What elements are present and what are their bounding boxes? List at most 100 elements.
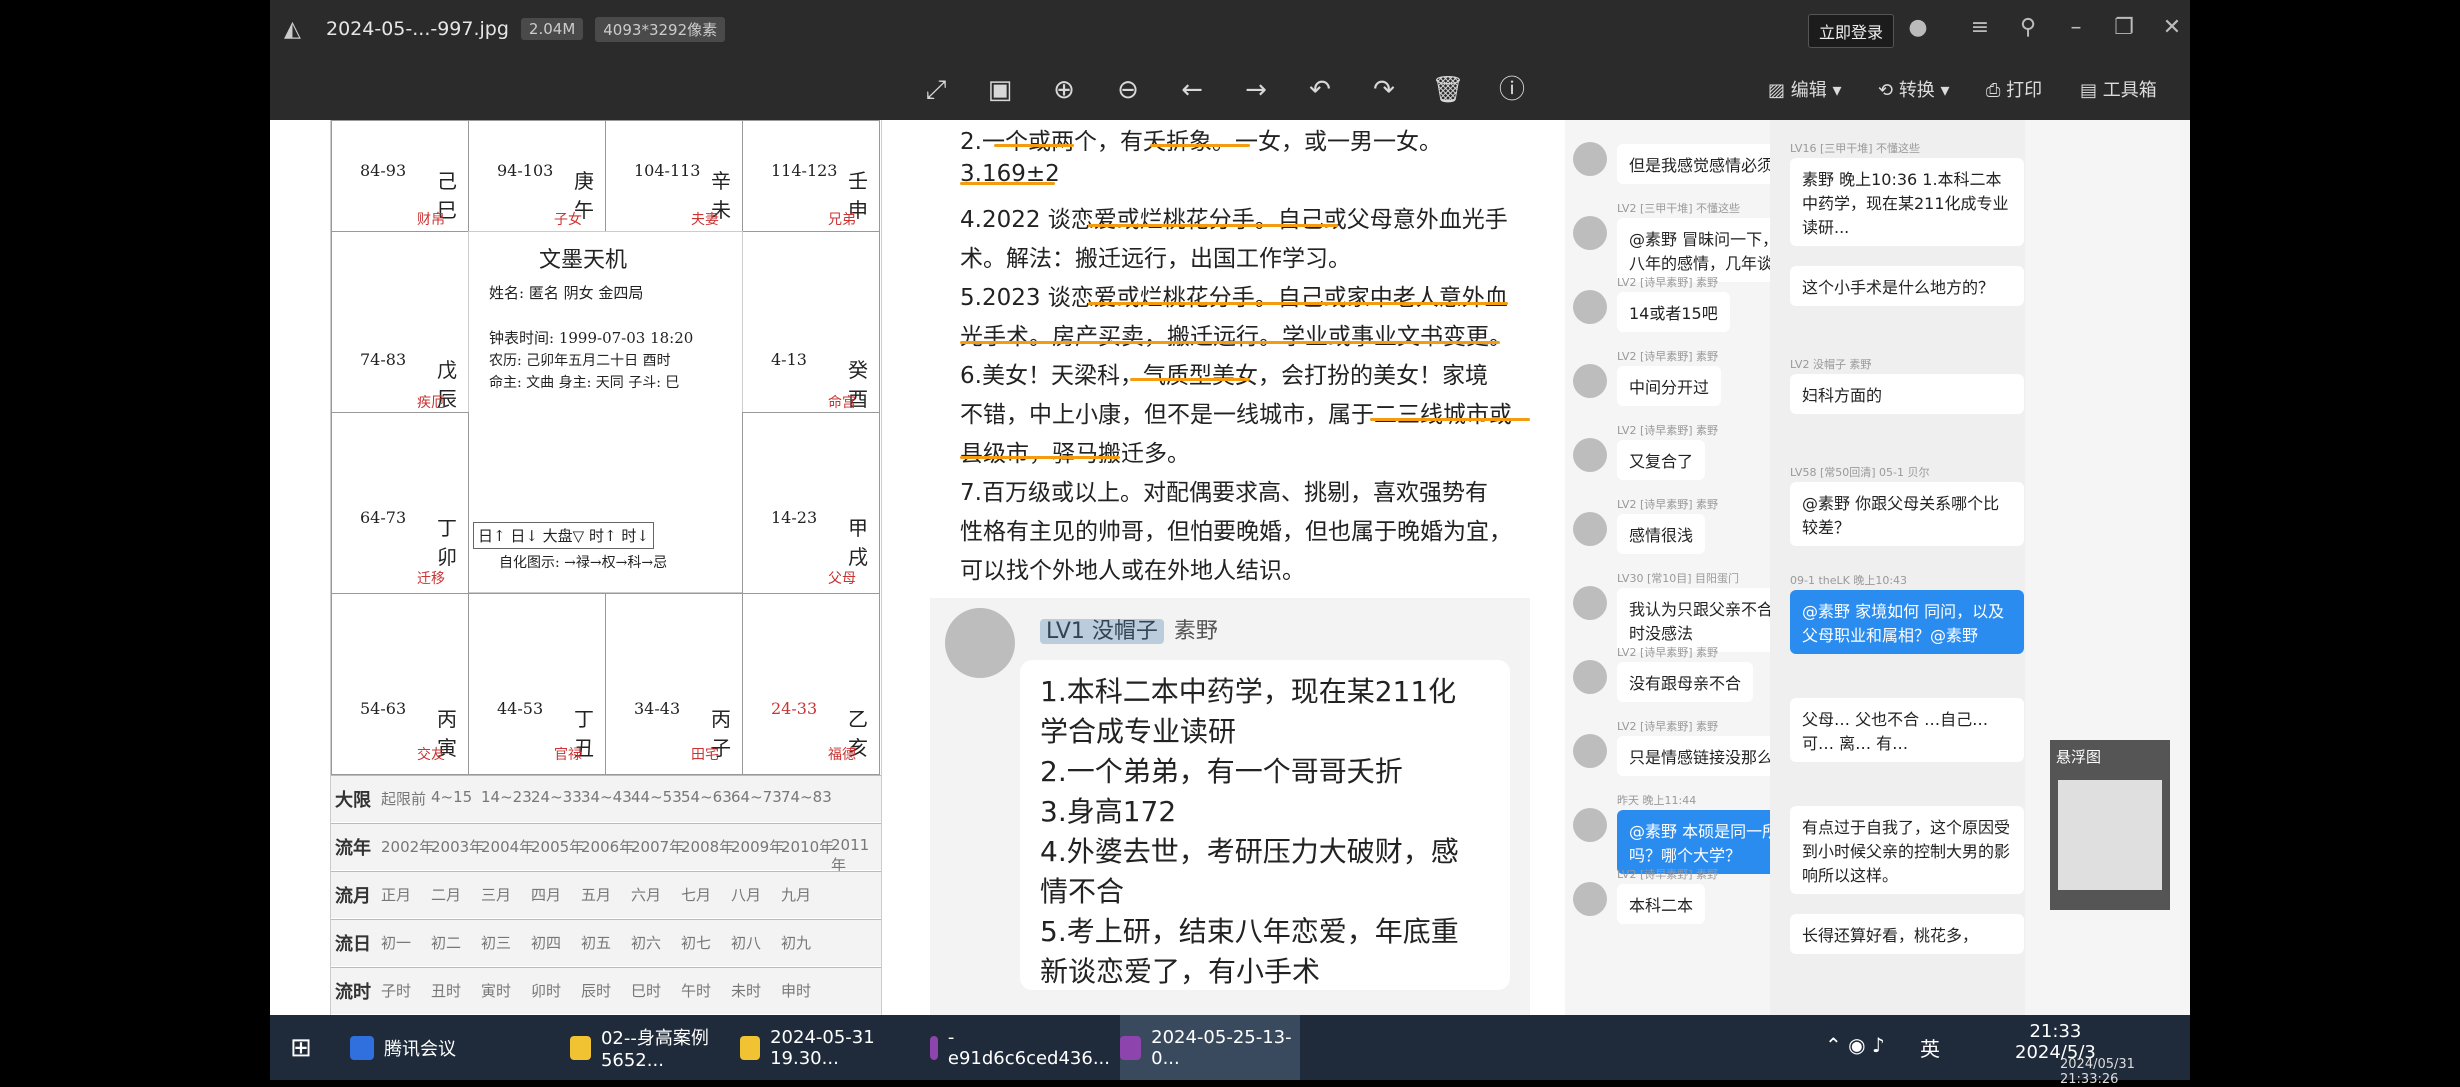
avatar bbox=[1573, 586, 1607, 620]
timeline-cell[interactable]: 六月 bbox=[631, 884, 661, 905]
zoom-in-icon[interactable]: ⊕ bbox=[1044, 70, 1084, 110]
menu-icon[interactable]: ≡ bbox=[1964, 10, 1996, 46]
highlight-underline bbox=[960, 182, 1055, 185]
timeline-cell[interactable]: 2007年 bbox=[631, 836, 684, 857]
delete-icon[interactable]: 🗑 bbox=[1428, 70, 1468, 110]
timeline-cell[interactable]: 14~23 bbox=[481, 788, 532, 806]
zoom-out-icon[interactable]: ⊖ bbox=[1108, 70, 1148, 110]
timeline-cell[interactable]: 九月 bbox=[781, 884, 811, 905]
timeline-cell[interactable]: 2006年 bbox=[581, 836, 634, 857]
timeline-cell[interactable]: 辰时 bbox=[581, 980, 611, 1001]
message-bubble[interactable]: 长得还算好看，桃花多， bbox=[1790, 914, 2024, 954]
fit-screen-icon[interactable]: ⤢ bbox=[916, 70, 956, 110]
edit-button[interactable]: ▨ 编辑 ▾ bbox=[1768, 76, 1842, 102]
timeline-cell[interactable]: 初三 bbox=[481, 932, 511, 953]
message-bubble[interactable]: 14或者15吧 bbox=[1617, 292, 1730, 332]
timeline-cell[interactable]: 巳时 bbox=[631, 980, 661, 1001]
login-button[interactable]: 立即登录 bbox=[1808, 14, 1895, 48]
timeline-cell[interactable]: 2010年 bbox=[781, 836, 834, 857]
ime-indicator[interactable]: 英 bbox=[1920, 1033, 1940, 1062]
timeline-cell[interactable]: 申时 bbox=[781, 980, 811, 1001]
timeline-cell[interactable]: 2004年 bbox=[481, 836, 534, 857]
taskbar-item[interactable]: -e91d6c6ced436... bbox=[930, 1015, 1110, 1080]
info-icon[interactable]: ⓘ bbox=[1492, 70, 1532, 110]
timeline-cell[interactable]: 起限前 bbox=[381, 788, 426, 809]
pin-icon[interactable]: ⚲ bbox=[2012, 10, 2044, 46]
timeline-cell[interactable]: 4~15 bbox=[431, 788, 472, 806]
message-bubble[interactable]: 又复合了 bbox=[1617, 440, 1706, 480]
timeline-cell[interactable]: 丑时 bbox=[431, 980, 461, 1001]
toolbox-button[interactable]: ▤ 工具箱 bbox=[2080, 76, 2157, 102]
timeline-cell[interactable]: 正月 bbox=[381, 884, 411, 905]
message-bubble[interactable]: 这个小手术是什么地方的？ bbox=[1790, 266, 2024, 306]
restore-icon[interactable]: ❐ bbox=[2108, 10, 2140, 46]
timeline-cell[interactable]: 24~33 bbox=[531, 788, 582, 806]
timeline-cell[interactable]: 寅时 bbox=[481, 980, 511, 1001]
taskbar-item[interactable]: 腾讯会议 bbox=[350, 1015, 530, 1080]
message-bubble[interactable]: @素野 你跟父母关系哪个比较差？ bbox=[1790, 482, 2024, 546]
convert-button[interactable]: ⟲ 转换 ▾ bbox=[1878, 76, 1950, 102]
print-button[interactable]: ⎙ 打印 bbox=[1986, 76, 2042, 102]
tray-icons[interactable]: ⌃ ◉ ♪ bbox=[1825, 1033, 1885, 1057]
taskbar-item[interactable]: 2024-05-25-13-0... bbox=[1120, 1015, 1300, 1080]
user-icon[interactable]: ● bbox=[1902, 10, 1934, 46]
timeline-cell[interactable]: 44~53 bbox=[631, 788, 682, 806]
timeline-cell[interactable]: 三月 bbox=[481, 884, 511, 905]
timeline-cell[interactable]: 2005年 bbox=[531, 836, 584, 857]
timeline-cell[interactable]: 2011年 bbox=[831, 836, 881, 875]
displayed-image[interactable]: 84-93 己巳 财帛 94-103 庚午 子女 104-113 辛未 夫妻 1… bbox=[270, 120, 2190, 1015]
palace-cell: 24-33 乙亥 福德 bbox=[742, 593, 880, 775]
message-bubble[interactable]: 没有跟母亲不合 bbox=[1617, 662, 1754, 702]
windows-start-icon[interactable]: ⊞ bbox=[290, 1015, 330, 1080]
minimize-icon[interactable]: – bbox=[2060, 10, 2092, 46]
message-meta: LV58 [常50回清] 05-1 贝尔 bbox=[1790, 466, 1930, 479]
timeline-cell[interactable]: 初八 bbox=[731, 932, 761, 953]
timeline-cell[interactable]: 子时 bbox=[381, 980, 411, 1001]
timeline-cell[interactable]: 2002年 bbox=[381, 836, 434, 857]
timeline-cell[interactable]: 2003年 bbox=[431, 836, 484, 857]
message-line: 5.考上研，结束八年恋爱，年底重 bbox=[1040, 915, 1459, 948]
message-bubble[interactable]: 感情很浅 bbox=[1617, 514, 1706, 554]
message-bubble[interactable]: 中间分开过 bbox=[1617, 366, 1722, 406]
reading-line: 光手术。房产买卖，搬迁远行。学业或事业文书变更。 bbox=[960, 324, 1512, 350]
message-bubble[interactable]: 有点过于自我了，这个原因受到小时候父亲的控制大男的影响所以这样。 bbox=[1790, 806, 2024, 894]
timeline-cell[interactable]: 2009年 bbox=[731, 836, 784, 857]
timeline-cell[interactable]: 2008年 bbox=[681, 836, 734, 857]
next-icon[interactable]: → bbox=[1236, 70, 1276, 110]
timeline-cell[interactable]: 64~73 bbox=[731, 788, 782, 806]
message-bubble[interactable]: 素野 晚上10:36 1.本科二本中药学，现在某211化成专业读研... bbox=[1790, 158, 2024, 246]
timeline-cell[interactable]: 五月 bbox=[581, 884, 611, 905]
close-icon[interactable]: ✕ bbox=[2156, 10, 2188, 46]
actual-size-icon[interactable]: ▣ bbox=[980, 70, 1020, 110]
timeline-cell[interactable]: 初五 bbox=[581, 932, 611, 953]
taskbar-item[interactable]: 02--身高案例5652... bbox=[570, 1015, 750, 1080]
cell-name: 疾厄 bbox=[417, 395, 445, 411]
timeline-cell[interactable]: 初四 bbox=[531, 932, 561, 953]
message-bubble[interactable]: 本科二本 bbox=[1617, 884, 1706, 924]
timeline-cell[interactable]: 午时 bbox=[681, 980, 711, 1001]
avatar bbox=[1573, 882, 1607, 916]
timeline-cell[interactable]: 初七 bbox=[681, 932, 711, 953]
timeline-cell[interactable]: 54~63 bbox=[681, 788, 732, 806]
timeline-cell[interactable]: 初六 bbox=[631, 932, 661, 953]
timeline-cell[interactable]: 34~43 bbox=[581, 788, 632, 806]
floating-thumbnail[interactable]: 悬浮图 bbox=[2050, 740, 2170, 910]
timeline-cell[interactable]: 74~83 bbox=[781, 788, 832, 806]
timeline-cell[interactable]: 七月 bbox=[681, 884, 711, 905]
message-bubble[interactable]: @素野 家境如何 同问，以及父母职业和属相？@素野 bbox=[1790, 590, 2024, 654]
timeline-cell[interactable]: 初一 bbox=[381, 932, 411, 953]
taskbar-item[interactable]: 2024-05-31 19.30... bbox=[740, 1015, 920, 1080]
timeline-cell[interactable]: 卯时 bbox=[531, 980, 561, 1001]
timeline-cell[interactable]: 八月 bbox=[731, 884, 761, 905]
timeline-cell[interactable]: 二月 bbox=[431, 884, 461, 905]
timeline-cell[interactable]: 初二 bbox=[431, 932, 461, 953]
rotate-left-icon[interactable]: ↶ bbox=[1300, 70, 1340, 110]
rotate-right-icon[interactable]: ↷ bbox=[1364, 70, 1404, 110]
timeline-cell[interactable]: 未时 bbox=[731, 980, 761, 1001]
message-bubble[interactable]: 妇科方面的 bbox=[1790, 374, 2024, 414]
prev-icon[interactable]: ← bbox=[1172, 70, 1212, 110]
chart-nav-arrows[interactable]: 日↑ 日↓ 大盘▽ 时↑ 时↓ bbox=[473, 522, 654, 549]
message-bubble[interactable]: 父母… 父也不合 …自己… 可… 离… 有… bbox=[1790, 698, 2024, 762]
timeline-cell[interactable]: 四月 bbox=[531, 884, 561, 905]
timeline-cell[interactable]: 初九 bbox=[781, 932, 811, 953]
